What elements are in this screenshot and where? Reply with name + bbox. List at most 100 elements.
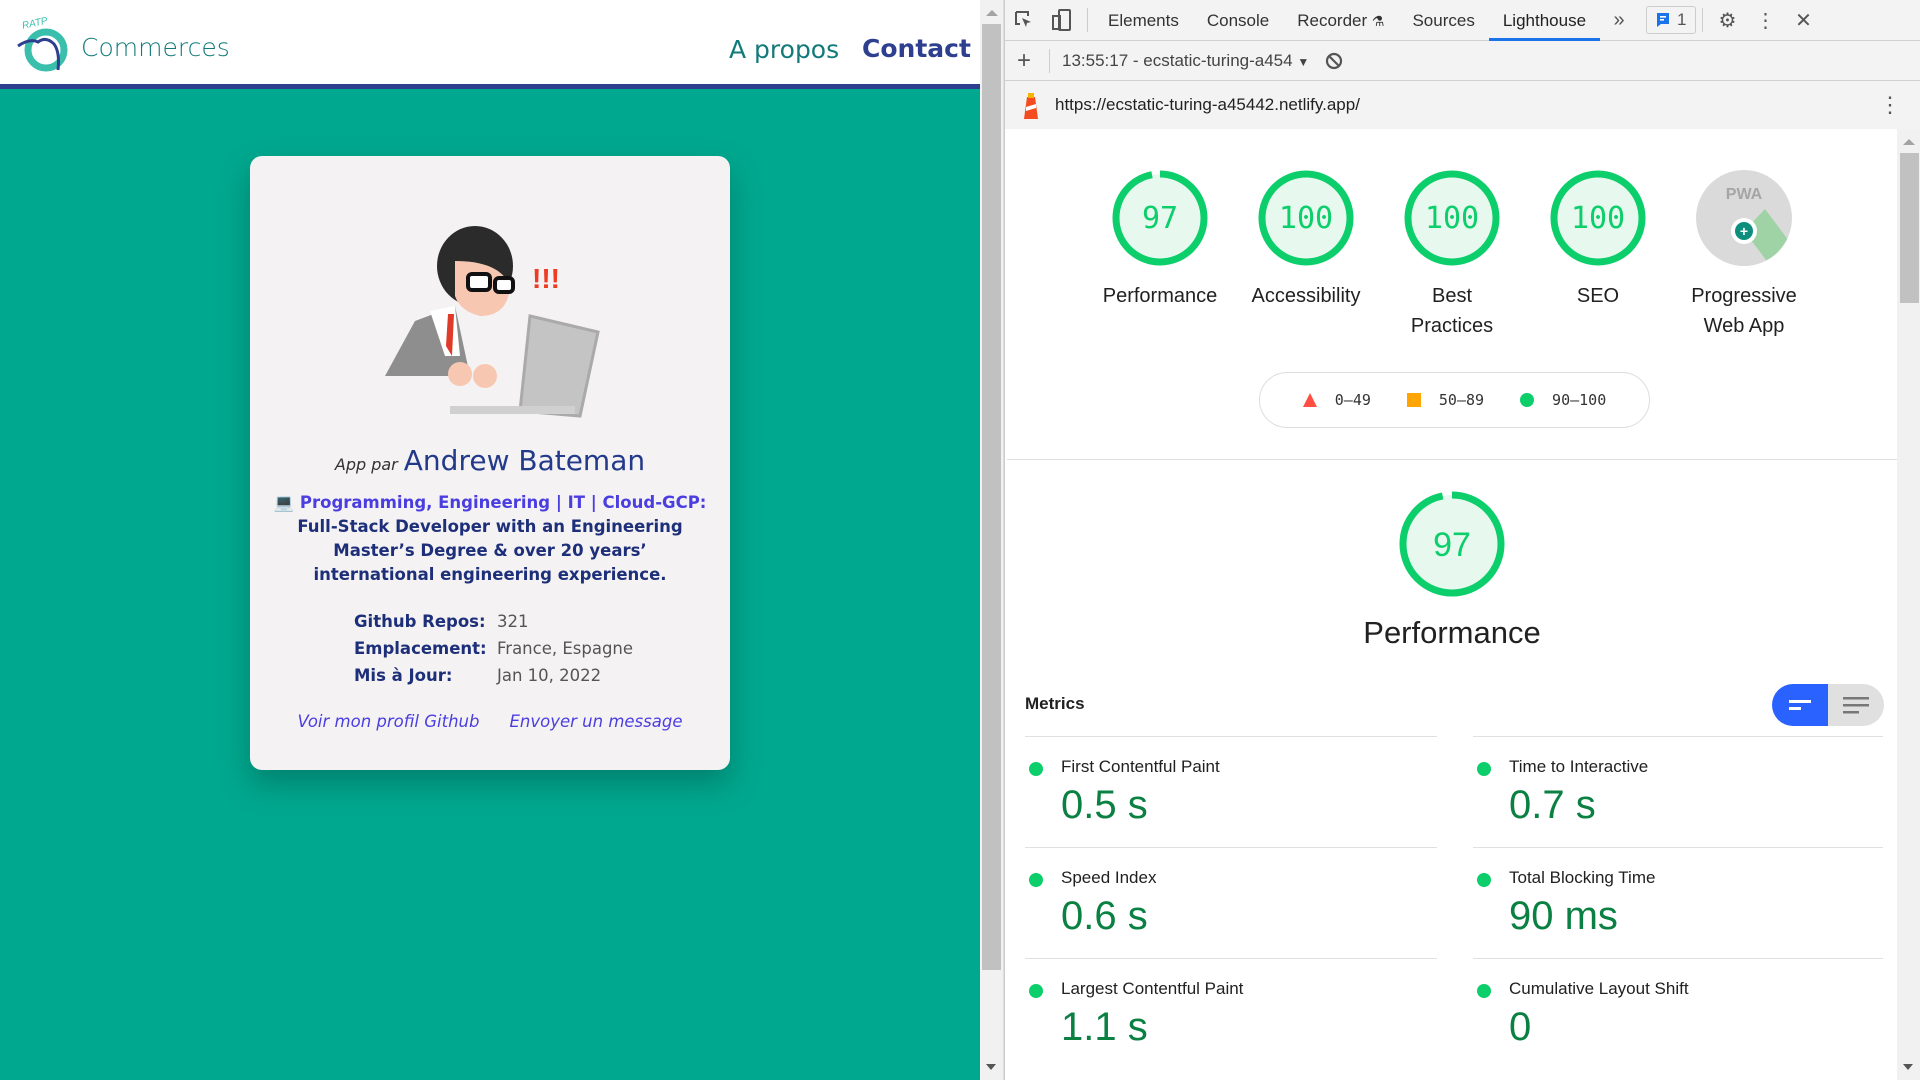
bio-highlight: Programming, Engineering | IT | Cloud-GC… [299,493,707,512]
issues-button[interactable]: 1 [1646,6,1696,34]
gauge-score: 97 [1142,201,1178,236]
metric-cumulative-layout-shift: Cumulative Layout Shift 0 [1473,958,1883,1069]
gauge-pwa[interactable]: PWA + Progressive Web App [1671,169,1817,341]
svg-text:+: + [1740,223,1748,239]
pass-dot-icon [1029,873,1043,887]
ratp-logo-icon[interactable]: RATP [16,14,72,74]
github-profile-link[interactable]: Voir mon profil Github [298,712,480,731]
fact-label: Mis à Jour: [354,666,453,685]
byline-prefix: App par [334,455,398,474]
metric-name: Speed Index [1061,868,1157,887]
pass-dot-icon [1477,762,1491,776]
gauge-label: Best Practices [1410,285,1494,337]
settings-gear-icon[interactable]: ⚙ [1709,0,1747,41]
author-byline: App par Andrew Bateman [250,444,730,477]
report-url-bar: https://ecstatic-turing-a45442.netlify.a… [1005,81,1920,129]
inspect-element-icon[interactable] [1005,0,1043,41]
kebab-menu-icon[interactable]: ⋮ [1747,0,1785,41]
score-legend: 0–49 50–89 90–100 [1259,372,1650,428]
developer-illustration: !!! [385,226,600,418]
page-scrollbar[interactable] [980,0,1004,1080]
tab-recorder[interactable]: Recorder ⚗ [1283,0,1398,41]
new-report-plus-icon[interactable]: + [1005,40,1043,81]
close-icon[interactable]: ✕ [1785,0,1823,41]
divider [1701,8,1703,32]
gauge-seo[interactable]: 100 SEO [1525,169,1671,341]
scroll-up-arrow-icon[interactable] [1903,139,1915,145]
legend-range: 90–100 [1552,391,1607,409]
score-ring: 100 [1258,170,1354,266]
gauge-score: 100 [1425,201,1479,236]
metric-time-to-interactive: Time to Interactive 0.7 s [1473,736,1883,847]
legend-range: 0–49 [1334,391,1371,409]
metric-speed-index: Speed Index 0.6 s [1025,847,1437,958]
metric-name: Cumulative Layout Shift [1509,979,1689,998]
report-url[interactable]: https://ecstatic-turing-a45442.netlify.a… [1055,95,1360,115]
flask-icon: ⚗ [1371,12,1385,29]
tab-console[interactable]: Console [1193,0,1283,41]
scroll-up-arrow-icon[interactable] [986,10,998,16]
pass-dot-icon [1029,762,1043,776]
score-ring: 100 [1404,170,1500,266]
metric-first-contentful-paint: First Contentful Paint 0.5 s [1025,736,1437,847]
more-tabs-icon[interactable]: » [1600,0,1638,41]
author-bio: 💻 Programming, Engineering | IT | Cloud-… [272,491,708,587]
gauge-accessibility[interactable]: 100 Accessibility [1233,169,1379,341]
scroll-down-arrow-icon[interactable] [986,1064,996,1070]
lighthouse-logo-icon [1024,93,1038,119]
compact-view-button[interactable] [1772,684,1828,726]
device-toolbar-icon[interactable] [1043,0,1081,41]
send-message-link[interactable]: Envoyer un message [509,712,682,731]
tab-lighthouse[interactable]: Lighthouse [1488,0,1601,41]
gauge-label: SEO [1576,285,1620,307]
metric-total-blocking-time: Total Blocking Time 90 ms [1473,847,1883,958]
nav-link-contact[interactable]: Contact [862,34,971,63]
performance-section-header: 97 Performance [1007,489,1897,651]
report-menu-icon[interactable]: ⋮ [1879,92,1901,118]
legend-range: 50–89 [1438,391,1485,409]
gauge-performance[interactable]: 97 Performance [1087,169,1233,341]
lighthouse-toolbar: + 13:55:17 - ecstatic-turing-a454 ▼ [1005,41,1920,81]
fact-value: 321 [497,612,529,631]
gauge-score: 100 [1279,201,1333,236]
score-ring: 100 [1550,170,1646,266]
section-divider [1007,459,1897,460]
site-header: RATP Commerces A propos Contact [0,0,980,89]
legend-pass: 90–100 [1520,391,1606,409]
gauge-label: Accessibility [1251,285,1361,307]
scroll-down-arrow-icon[interactable] [1903,1064,1913,1070]
metrics-grid: First Contentful Paint 0.5 s Time to Inte… [1025,736,1883,1069]
metrics-heading: Metrics [1025,694,1085,713]
clear-reports-icon[interactable] [1315,40,1353,81]
red-triangle-icon [1302,393,1317,407]
category-gauges: 97 Performance 100 Accessibility 100 Bes… [1007,169,1897,341]
report-selector-value: 13:55:17 - ecstatic-turing-a454 [1062,50,1293,70]
lighthouse-report: 97 Performance 100 Accessibility 100 Bes… [1007,129,1897,1080]
nav-link-about[interactable]: A propos [729,35,839,64]
devtools-tab-bar: Elements Console Recorder ⚗ Sources Ligh… [1005,0,1920,41]
site-brand[interactable]: Commerces [81,33,230,62]
devtools-panel: Elements Console Recorder ⚗ Sources Ligh… [1004,0,1920,1080]
profile-card: !!! App par Andrew Bateman 💻 Programming,… [250,156,730,770]
gauge-label: Progressive Web App [1691,285,1797,337]
fact-row: Github Repos: 321 [354,608,633,635]
metric-value: 0.6 s [1061,894,1148,938]
gauge-best-practices[interactable]: 100 Best Practices [1379,169,1525,341]
expanded-view-button[interactable] [1828,684,1884,726]
scrollbar-thumb[interactable] [982,24,1001,970]
green-circle-icon [1520,393,1535,407]
pwa-text: PWA [1726,186,1763,203]
report-selector[interactable]: 13:55:17 - ecstatic-turing-a454 ▼ [1062,51,1309,71]
scrollbar-thumb[interactable] [1900,153,1919,303]
metrics-view-toggle[interactable] [1772,684,1884,726]
fact-row: Mis à Jour: Jan 10, 2022 [354,662,633,689]
performance-score: 97 [1433,526,1471,564]
score-ring: 97 [1112,170,1208,266]
report-scrollbar[interactable] [1897,129,1920,1080]
tab-sources[interactable]: Sources [1398,0,1488,41]
divider [1087,8,1088,32]
performance-title: Performance [1363,615,1541,650]
message-icon [1657,13,1670,27]
tab-elements[interactable]: Elements [1094,0,1193,41]
tab-recorder-label: Recorder [1297,10,1368,30]
